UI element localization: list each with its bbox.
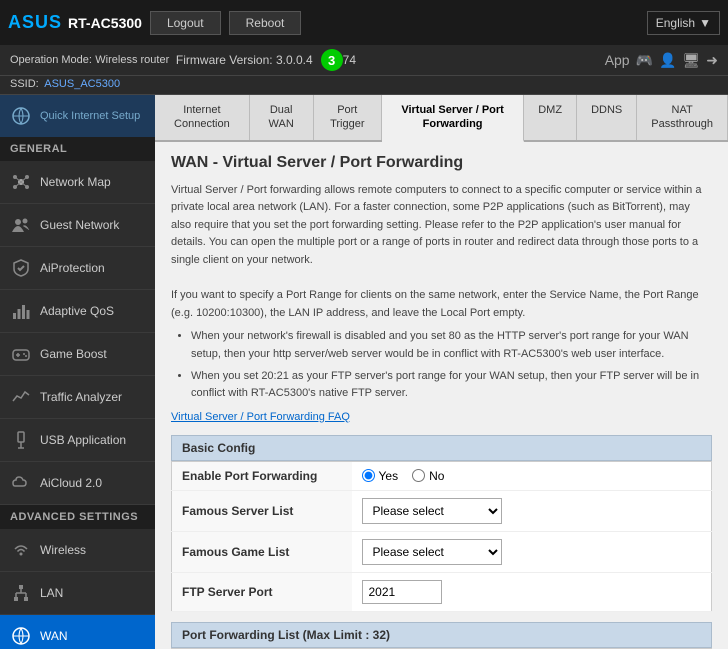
sidebar-network-map-label: Network Map [40,175,111,189]
sidebar-usb-application-label: USB Application [40,433,126,447]
monitor-icon[interactable]: 🖥 [682,52,700,69]
lan-icon [10,582,32,604]
wireless-icon [10,539,32,561]
aiprotection-icon [10,257,32,279]
quick-internet-icon [10,105,32,127]
sidebar-item-wan[interactable]: WAN [0,615,155,649]
ssid-value: ASUS_AC5300 [44,78,120,90]
sidebar-item-aicloud[interactable]: AiCloud 2.0 [0,462,155,505]
adaptive-qos-icon [10,300,32,322]
ssid-bar: SSID: ASUS_AC5300 [0,76,728,95]
radio-no-label[interactable]: No [412,469,444,483]
operation-mode-label: Operation Mode: [10,54,92,66]
tab-internet-connection[interactable]: Internet Connection [155,95,250,140]
aicloud-icon [10,472,32,494]
sidebar-item-guest-network[interactable]: Guest Network [0,204,155,247]
page-description: Virtual Server / Port forwarding allows … [171,182,712,403]
network-map-icon [10,171,32,193]
tab-port-trigger[interactable]: Port Trigger [314,95,382,140]
status-icons: App 🎮 👤 🖥 ➜ [605,52,718,69]
logout-button[interactable]: Logout [150,11,221,35]
ftp-port-label: FTP Server Port [172,572,352,611]
tab-nat-passthrough[interactable]: NAT Passthrough [637,95,728,140]
pf-list-header: Port Forwarding List (Max Limit : 32) [171,622,712,648]
traffic-analyzer-icon [10,386,32,408]
enable-port-forwarding-radios: Yes No [362,469,702,483]
chevron-down-icon: ▼ [699,16,711,30]
sidebar-item-usb-application[interactable]: USB Application [0,419,155,462]
page-content: WAN - Virtual Server / Port Forwarding V… [155,142,728,649]
ftp-port-input[interactable] [362,580,442,604]
enable-port-forwarding-label: Enable Port Forwarding [172,461,352,490]
logo: ASUS RT-AC5300 [8,12,142,33]
sidebar-item-wireless[interactable]: Wireless [0,529,155,572]
faq-link[interactable]: Virtual Server / Port Forwarding FAQ [171,411,712,423]
sidebar: Quick Internet Setup General Network Map… [0,95,155,649]
firmware-version: 3.0.0.4 [276,53,313,67]
sidebar-advanced-header: Advanced Settings [0,505,155,529]
page-title: WAN - Virtual Server / Port Forwarding [171,154,712,172]
sidebar-wireless-label: Wireless [40,543,86,557]
famous-server-select[interactable]: Please select [362,498,502,524]
status-badge: 3 [321,49,343,71]
sidebar-item-traffic-analyzer[interactable]: Traffic Analyzer [0,376,155,419]
logo-model: RT-AC5300 [68,15,142,31]
sidebar-aicloud-label: AiCloud 2.0 [40,476,102,490]
sidebar-item-game-boost[interactable]: Game Boost [0,333,155,376]
ssid-label: SSID: [10,78,39,90]
tab-dmz[interactable]: DMZ [524,95,577,140]
reboot-button[interactable]: Reboot [229,11,302,35]
sidebar-adaptive-qos-label: Adaptive QoS [40,304,114,318]
enable-port-forwarding-row: Enable Port Forwarding Yes No [172,461,712,490]
operation-mode-value[interactable]: Wireless router [95,54,169,66]
user-icon[interactable]: 👤 [659,52,676,69]
famous-game-select[interactable]: Please select [362,539,502,565]
guest-network-icon [10,214,32,236]
basic-config-header: Basic Config [171,435,712,461]
firmware-suffix: 74 [343,53,356,67]
language-selector[interactable]: English ▼ [647,11,720,35]
sidebar-item-quick-internet[interactable]: Quick Internet Setup [0,95,155,137]
sidebar-guest-network-label: Guest Network [40,218,119,232]
famous-server-label: Famous Server List [172,490,352,531]
sidebar-game-boost-label: Game Boost [40,347,107,361]
famous-game-row: Famous Game List Please select [172,531,712,572]
logo-asus: ASUS [8,12,62,33]
radio-yes-label[interactable]: Yes [362,469,399,483]
famous-game-label: Famous Game List [172,531,352,572]
firmware-label: Firmware Version: [176,53,273,67]
usb-application-icon [10,429,32,451]
gamepad-icon[interactable]: 🎮 [636,52,653,69]
tab-virtual-server[interactable]: Virtual Server / Port Forwarding [382,95,524,142]
famous-server-row: Famous Server List Please select [172,490,712,531]
sidebar-item-aiprotection[interactable]: AiProtection [0,247,155,290]
wan-icon [10,625,32,647]
sidebar-item-network-map[interactable]: Network Map [0,161,155,204]
sidebar-lan-label: LAN [40,586,63,600]
radio-yes[interactable] [362,469,375,482]
ftp-port-row: FTP Server Port [172,572,712,611]
tabs: Internet Connection Dual WAN Port Trigge… [155,95,728,142]
sidebar-aiprotection-label: AiProtection [40,261,105,275]
sidebar-item-lan[interactable]: LAN [0,572,155,615]
tab-dual-wan[interactable]: Dual WAN [250,95,314,140]
sidebar-quick-internet-label: Quick Internet Setup [40,110,140,122]
sidebar-general-header: General [0,137,155,161]
sidebar-traffic-analyzer-label: Traffic Analyzer [40,390,122,404]
tab-ddns[interactable]: DDNS [577,95,637,140]
game-boost-icon [10,343,32,365]
app-label: App [605,52,630,68]
arrow-icon[interactable]: ➜ [706,52,718,69]
language-label: English [656,16,695,30]
radio-no[interactable] [412,469,425,482]
sidebar-item-adaptive-qos[interactable]: Adaptive QoS [0,290,155,333]
status-bar: Operation Mode: Wireless router Firmware… [0,45,728,76]
content-area: Internet Connection Dual WAN Port Trigge… [155,95,728,649]
basic-config-table: Enable Port Forwarding Yes No [171,461,712,612]
